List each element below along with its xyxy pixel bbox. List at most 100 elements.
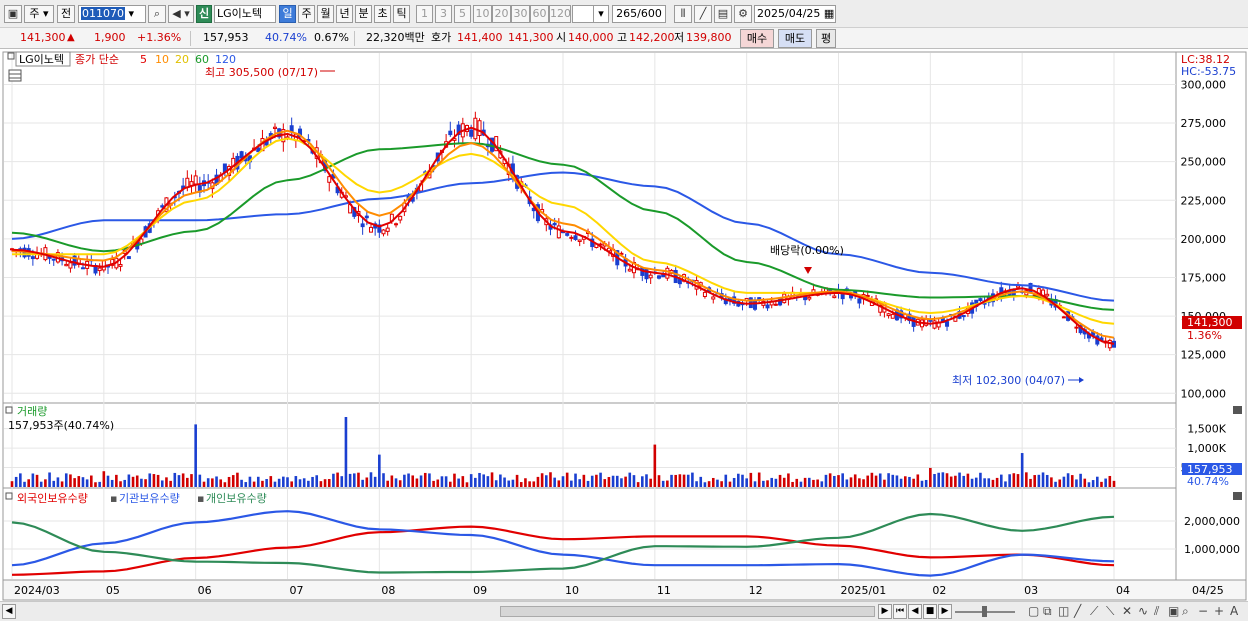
candle-body — [577, 239, 582, 242]
pane-split-icon[interactable]: ◫ — [1058, 605, 1069, 618]
volume-bar — [724, 474, 728, 487]
volume-bar — [590, 475, 594, 487]
pane-copy-icon[interactable]: ⧉ — [1043, 605, 1052, 618]
up-arrow-icon: ▲ — [67, 32, 75, 43]
eval-button[interactable]: 평 — [816, 29, 836, 48]
volume-bar — [661, 480, 665, 487]
volume-bar — [515, 474, 519, 487]
period-tab-2[interactable]: 월 — [317, 5, 334, 23]
volume-bar — [528, 481, 531, 487]
volume-bar — [423, 472, 427, 487]
interval-dropdown-icon[interactable]: ▾ — [593, 5, 609, 23]
interval-tab-3[interactable]: 3 — [435, 5, 452, 23]
period-tab-0[interactable]: 일 — [279, 5, 296, 23]
font-size-icon[interactable]: A — [1230, 605, 1238, 618]
candle-type-icon[interactable]: ⫴ — [674, 5, 692, 23]
zoom-out-icon[interactable]: − — [1198, 605, 1208, 618]
volume-bar — [762, 480, 765, 487]
draw-channel-icon[interactable]: ⫽ — [1154, 605, 1159, 618]
volume-bar — [624, 476, 627, 487]
period-tab-1[interactable]: 주 — [298, 5, 315, 23]
interval-tab-5[interactable]: 5 — [454, 5, 471, 23]
period-tab-6[interactable]: 틱 — [393, 5, 410, 23]
volume-value: 157,953 — [203, 31, 249, 44]
holding-pane-close-icon[interactable] — [1233, 492, 1242, 500]
sell-button[interactable]: 매도 — [778, 29, 812, 48]
volume-bar — [507, 480, 511, 487]
holding-y-tick: 1,000,000 — [1184, 543, 1240, 556]
volume-bar — [899, 478, 903, 487]
volume-bar — [991, 479, 995, 487]
volume-bar — [110, 479, 114, 487]
draw-cross-icon[interactable]: ✕ — [1122, 605, 1132, 618]
search-icon[interactable]: ⌕ — [148, 5, 166, 23]
pane-add-icon[interactable]: ▢ — [1028, 605, 1039, 618]
x-axis-tick: 09 — [473, 584, 487, 597]
new-stock-button[interactable]: 신 — [196, 5, 212, 23]
volume-bar — [428, 473, 431, 487]
scroll-prev-icon[interactable]: ◀ — [908, 604, 922, 619]
draw-wave-icon[interactable]: ∿ — [1138, 605, 1148, 618]
volume-bar — [173, 472, 177, 487]
volume-bar — [273, 481, 277, 487]
legend-separator: ▪ — [197, 492, 204, 505]
stock-chart[interactable]: 100,000125,000150,000175,000200,000225,0… — [0, 49, 1248, 601]
data-count-field[interactable]: 265/600 — [612, 5, 666, 23]
volume-bar — [536, 476, 540, 487]
chart-scrollbar[interactable]: ◀ ▶ ⏮ ◀ ■ ▶ ▢ ⧉ ◫ ╱ ⟋ ⟍ ✕ ∿ ⫽ ▣ ⌕ − + A — [0, 601, 1248, 621]
prev-button[interactable]: 전 — [57, 5, 75, 23]
volume-pane-close-icon[interactable] — [1233, 406, 1242, 414]
interval-tab-10[interactable]: 10 — [473, 5, 492, 23]
volume-bar — [778, 474, 782, 487]
table-icon[interactable] — [8, 69, 22, 82]
volume-bar — [949, 476, 953, 487]
period-tab-5[interactable]: 초 — [374, 5, 391, 23]
draw-tool-icon[interactable]: ╱ — [694, 5, 712, 23]
interval-tab-1[interactable]: 1 — [416, 5, 433, 23]
interval-tab-60[interactable]: 60 — [530, 5, 549, 23]
speaker-icon[interactable]: ◀ ▾ — [168, 5, 194, 23]
volume-bar — [937, 472, 940, 487]
scroll-thumb[interactable] — [500, 606, 875, 617]
volume-bar — [394, 478, 398, 487]
period-dropdown[interactable]: 주 ▾ — [24, 5, 54, 23]
volume-bar — [415, 478, 419, 487]
draw-fib-icon[interactable]: ⟍ — [1106, 605, 1114, 618]
magnifier-icon[interactable]: ⌕ — [1182, 605, 1189, 618]
draw-line-icon[interactable]: ╱ — [1074, 605, 1081, 618]
stock-name-field[interactable]: LG이노텍 — [214, 5, 276, 23]
zoom-in-icon[interactable]: + — [1214, 605, 1224, 618]
volume-bar — [833, 475, 836, 487]
volume-bar — [94, 482, 97, 487]
volume-bar — [332, 473, 335, 487]
scroll-first-icon[interactable]: ⏮ — [893, 604, 907, 619]
date-input[interactable]: 2025/04/25 ▦ — [754, 5, 836, 23]
calendar-icon[interactable]: ▦ — [824, 7, 834, 20]
interval-tab-20[interactable]: 20 — [492, 5, 511, 23]
stock-code-input[interactable]: 011070 ▾ — [78, 5, 146, 23]
scroll-stop-icon[interactable]: ■ — [923, 604, 937, 619]
volume-bar — [745, 478, 748, 487]
chart-canvas[interactable]: 100,000125,000150,000175,000200,000225,0… — [0, 49, 1248, 601]
scroll-next-icon[interactable]: ▶ — [938, 604, 952, 619]
interval-tab-30[interactable]: 30 — [511, 5, 530, 23]
interval-tab-120[interactable]: 120 — [549, 5, 571, 23]
zoom-slider-handle[interactable] — [982, 606, 987, 617]
quote-bar: 141,300 ▲ 1,900 +1.36% 157,953 40.74% 0.… — [0, 28, 1248, 49]
scroll-right-icon[interactable]: ▶ — [878, 604, 892, 619]
volume-bar — [56, 477, 60, 487]
volume-bar — [657, 475, 661, 487]
draw-trend-icon[interactable]: ⟋ — [1090, 605, 1098, 618]
scroll-left-icon[interactable]: ◀ — [2, 604, 16, 619]
period-tab-4[interactable]: 분 — [355, 5, 372, 23]
price-y-tick: 125,000 — [1181, 349, 1227, 362]
period-tab-3[interactable]: 년 — [336, 5, 353, 23]
volume-bar — [716, 479, 719, 487]
save-icon[interactable]: ▤ — [714, 5, 732, 23]
gear-icon[interactable]: ⚙ — [734, 5, 752, 23]
buy-button[interactable]: 매수 — [740, 29, 774, 48]
chart-settings-icon[interactable]: ▣ — [4, 5, 22, 23]
image-icon[interactable]: ▣ — [1168, 605, 1179, 618]
x-axis-tick: 07 — [290, 584, 304, 597]
volume-bar — [227, 476, 231, 487]
